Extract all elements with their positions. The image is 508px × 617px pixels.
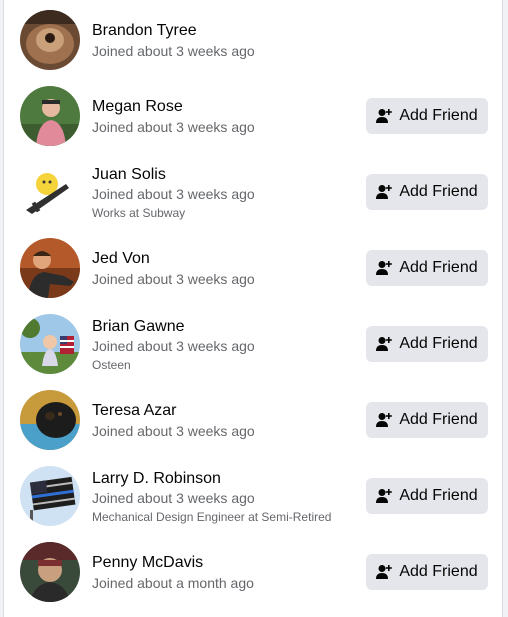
add-friend-icon	[376, 488, 393, 504]
add-friend-button[interactable]: Add Friend	[366, 250, 488, 286]
add-friend-label: Add Friend	[399, 183, 478, 200]
list-item: Larry D. Robinson Joined about 3 weeks a…	[4, 466, 502, 526]
add-friend-icon	[376, 260, 393, 276]
joined-text: Joined about 3 weeks ago	[92, 186, 255, 202]
add-friend-label: Add Friend	[399, 335, 478, 352]
list-item: Penny McDavis Joined about a month ago A…	[4, 542, 502, 602]
person-name[interactable]: Megan Rose	[92, 97, 183, 117]
add-friend-icon	[376, 336, 393, 352]
person-name[interactable]: Teresa Azar	[92, 401, 176, 421]
add-friend-button[interactable]: Add Friend	[366, 402, 488, 438]
list-item: Megan Rose Joined about 3 weeks ago Add …	[4, 86, 502, 146]
list-item: Jed Von Joined about 3 weeks ago Add Fri…	[4, 238, 502, 298]
add-friend-button[interactable]: Add Friend	[366, 554, 488, 590]
add-friend-icon	[376, 564, 393, 580]
add-friend-button[interactable]: Add Friend	[366, 478, 488, 514]
person-name[interactable]: Brandon Tyree	[92, 21, 197, 41]
add-friend-label: Add Friend	[399, 259, 478, 276]
add-friend-button[interactable]: Add Friend	[366, 98, 488, 134]
joined-text: Joined about 3 weeks ago	[92, 423, 255, 439]
joined-text: Joined about a month ago	[92, 575, 254, 591]
list-item: Brian Gawne Joined about 3 weeks ago Ost…	[4, 314, 502, 374]
person-detail: Works at Subway	[92, 206, 186, 220]
list-item: Brandon Tyree Joined about 3 weeks ago	[4, 10, 502, 70]
add-friend-icon	[376, 412, 393, 428]
avatar[interactable]	[20, 238, 80, 298]
add-friend-label: Add Friend	[399, 563, 478, 580]
joined-text: Joined about 3 weeks ago	[92, 338, 255, 354]
add-friend-label: Add Friend	[399, 411, 478, 428]
avatar[interactable]	[20, 86, 80, 146]
add-friend-button[interactable]: Add Friend	[366, 174, 488, 210]
avatar[interactable]	[20, 314, 80, 374]
add-friend-button[interactable]: Add Friend	[366, 326, 488, 362]
avatar[interactable]	[20, 162, 80, 222]
add-friend-label: Add Friend	[399, 487, 478, 504]
joined-text: Joined about 3 weeks ago	[92, 119, 255, 135]
add-friend-icon	[376, 108, 393, 124]
person-detail: Mechanical Design Engineer at Semi-Retir…	[92, 510, 332, 524]
avatar[interactable]	[20, 466, 80, 526]
joined-text: Joined about 3 weeks ago	[92, 271, 255, 287]
joined-text: Joined about 3 weeks ago	[92, 490, 255, 506]
avatar[interactable]	[20, 390, 80, 450]
person-name[interactable]: Larry D. Robinson	[92, 469, 221, 489]
joined-text: Joined about 3 weeks ago	[92, 43, 255, 59]
person-name[interactable]: Juan Solis	[92, 165, 166, 185]
list-item: Teresa Azar Joined about 3 weeks ago Add…	[4, 390, 502, 450]
people-list: Brandon Tyree Joined about 3 weeks ago M…	[3, 0, 503, 617]
list-item: Juan Solis Joined about 3 weeks ago Work…	[4, 162, 502, 222]
person-name[interactable]: Jed Von	[92, 249, 150, 269]
add-friend-label: Add Friend	[399, 107, 478, 124]
person-name[interactable]: Penny McDavis	[92, 553, 203, 573]
avatar[interactable]	[20, 542, 80, 602]
person-detail: Osteen	[92, 358, 131, 372]
avatar[interactable]	[20, 10, 80, 70]
add-friend-icon	[376, 184, 393, 200]
person-name[interactable]: Brian Gawne	[92, 317, 185, 337]
